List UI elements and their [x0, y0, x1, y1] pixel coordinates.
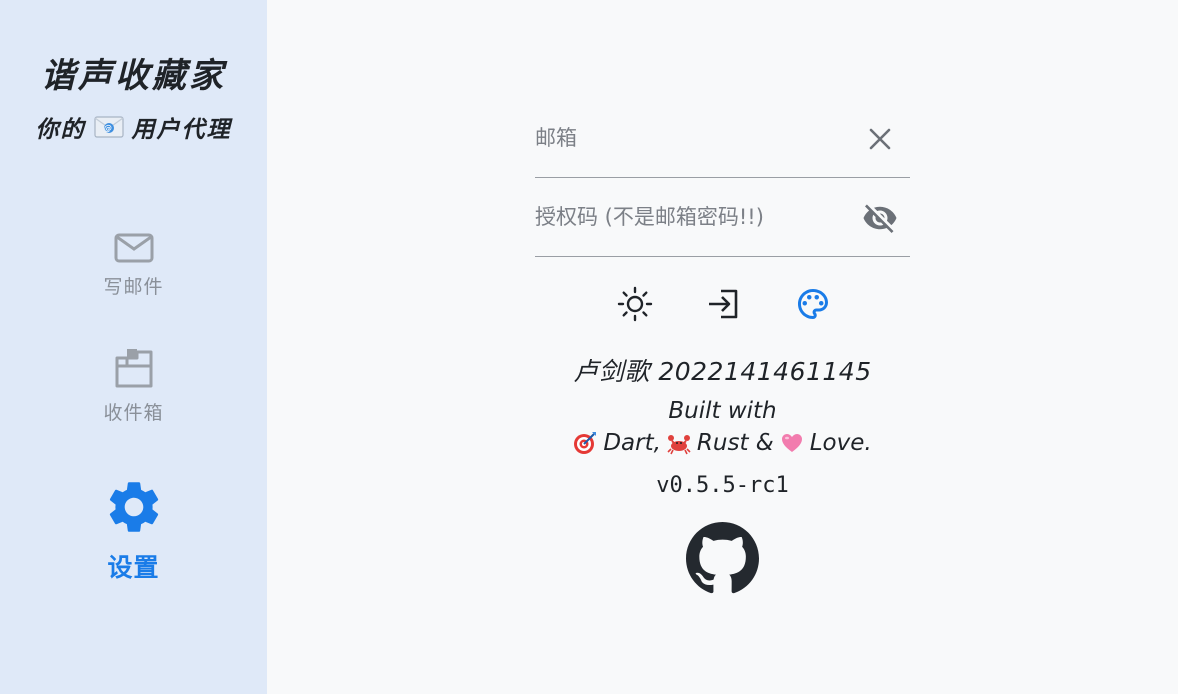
crab-icon	[667, 431, 691, 455]
palette-icon	[795, 286, 831, 326]
nav-inbox-label: 收件箱	[103, 402, 164, 424]
nav-inbox[interactable]: 收件箱	[0, 346, 267, 425]
nav-settings[interactable]: 设置	[0, 476, 267, 584]
svg-text:@: @	[104, 124, 114, 133]
gear-icon	[0, 476, 267, 542]
eye-off-icon[interactable]	[862, 200, 898, 236]
login-icon	[705, 286, 741, 326]
nav-settings-label: 设置	[107, 553, 160, 582]
dart-label: Dart,	[603, 430, 661, 456]
email-field	[535, 100, 910, 178]
dart-target-icon	[573, 431, 597, 455]
email-input[interactable]	[535, 100, 845, 176]
subtitle-suffix: 用户代理	[131, 117, 232, 143]
built-with-label: Built with	[668, 398, 777, 424]
nav-compose[interactable]: 写邮件	[0, 232, 267, 299]
app-title: 谐声收藏家	[41, 56, 226, 96]
built-with-stack: Dart, Rust & Love.	[267, 430, 1178, 456]
theme-toggle-button[interactable]	[615, 286, 655, 326]
brightness-icon	[617, 286, 653, 326]
login-button[interactable]	[703, 286, 743, 326]
rust-label: Rust &	[696, 430, 774, 456]
mail-icon	[0, 232, 267, 268]
palette-button[interactable]	[793, 286, 833, 326]
author-info: 卢剑歌 2022141461145	[573, 357, 872, 386]
github-link[interactable]	[686, 522, 759, 595]
settings-toolbar	[615, 286, 845, 326]
close-icon[interactable]	[862, 122, 898, 158]
settings-panel: 卢剑歌 2022141461145 Built with Dart,	[267, 0, 1178, 694]
love-label: Love.	[809, 430, 872, 456]
sidebar: 谐声收藏家 你的 @ 用户代理 写邮件 收件箱 设置	[0, 0, 267, 694]
version-label: v0.5.5-rc1	[656, 473, 789, 498]
auth-code-input[interactable]	[535, 179, 845, 255]
auth-code-field	[535, 179, 910, 257]
app-subtitle: 你的 @ 用户代理	[0, 110, 267, 144]
nav-compose-label: 写邮件	[103, 276, 164, 298]
github-icon	[686, 522, 759, 599]
subtitle-prefix: 你的	[35, 117, 86, 143]
heart-icon	[780, 431, 804, 455]
inbox-folder-icon	[0, 346, 267, 394]
envelope-emoji-icon: @	[93, 116, 124, 138]
